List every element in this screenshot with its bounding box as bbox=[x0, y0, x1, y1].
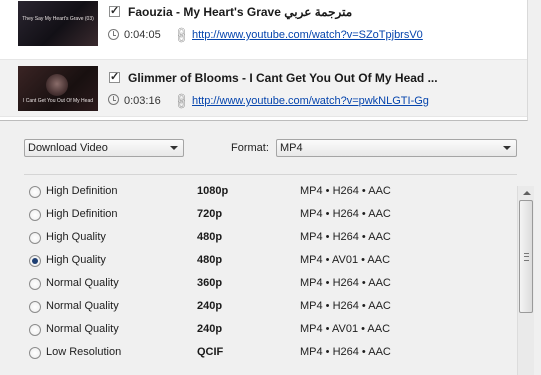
video-title: Glimmer of Blooms - I Cant Get You Out O… bbox=[128, 71, 438, 85]
download-type-value: Download Video bbox=[28, 142, 108, 154]
quality-name: High Quality bbox=[46, 254, 106, 266]
format-select[interactable]: MP4 bbox=[276, 139, 517, 157]
video-duration: 0:04:05 bbox=[124, 29, 161, 41]
quality-option[interactable]: High Definition 720p MP4 • H264 • AAC bbox=[0, 204, 510, 227]
video-list[interactable]: They Say My Heart's Grave (03) ✓ Faouzia… bbox=[0, 0, 528, 121]
quality-option[interactable]: High Quality 480p MP4 • H264 • AAC bbox=[0, 227, 510, 250]
window-edge bbox=[534, 0, 541, 375]
quality-resolution: 480p bbox=[197, 231, 223, 243]
clock-icon bbox=[108, 29, 119, 40]
link-icon: 🔗︎ bbox=[171, 24, 192, 46]
quality-option[interactable]: High Definition 1080p MP4 • H264 • AAC bbox=[0, 181, 510, 204]
download-type-select[interactable]: Download Video bbox=[24, 139, 184, 157]
video-thumbnail: They Say My Heart's Grave (03) bbox=[18, 1, 98, 46]
quality-radio[interactable] bbox=[29, 278, 41, 290]
video-thumbnail: I Cant Get You Out Of My Head bbox=[18, 66, 98, 111]
thumbnail-caption: I Cant Get You Out Of My Head bbox=[22, 98, 94, 104]
check-icon: ✓ bbox=[110, 71, 120, 83]
quality-resolution: 240p bbox=[197, 323, 223, 335]
chevron-down-icon bbox=[503, 146, 511, 150]
video-duration: 0:03:16 bbox=[124, 95, 161, 107]
quality-resolution: 480p bbox=[197, 254, 223, 266]
quality-radio[interactable] bbox=[29, 186, 41, 198]
quality-codec: MP4 • AV01 • AAC bbox=[300, 254, 391, 266]
quality-codec: MP4 • H264 • AAC bbox=[300, 346, 391, 358]
quality-codec: MP4 • H264 • AAC bbox=[300, 185, 391, 197]
thumbnail-face bbox=[46, 74, 68, 96]
grip-icon bbox=[524, 253, 529, 261]
video-url[interactable]: http://www.youtube.com/watch?v=pwkNLGTI-… bbox=[192, 95, 429, 107]
video-url[interactable]: http://www.youtube.com/watch?v=SZoTpjbrs… bbox=[192, 29, 423, 41]
quality-option[interactable]: Normal Quality 240p MP4 • AV01 • AAC bbox=[0, 319, 510, 342]
video-checkbox[interactable]: ✓ bbox=[109, 6, 120, 17]
quality-name: Normal Quality bbox=[46, 300, 119, 312]
quality-name: High Quality bbox=[46, 231, 106, 243]
check-icon: ✓ bbox=[110, 5, 120, 17]
quality-radio[interactable] bbox=[29, 255, 41, 267]
quality-name: Low Resolution bbox=[46, 346, 122, 358]
quality-radio[interactable] bbox=[29, 301, 41, 313]
video-checkbox[interactable]: ✓ bbox=[109, 72, 120, 83]
quality-codec: MP4 • H264 • AAC bbox=[300, 231, 391, 243]
thumbnail-caption: They Say My Heart's Grave (03) bbox=[22, 16, 94, 22]
quality-resolution: 360p bbox=[197, 277, 223, 289]
quality-radio[interactable] bbox=[29, 209, 41, 221]
video-item[interactable]: I Cant Get You Out Of My Head ✓ Glimmer … bbox=[0, 59, 527, 117]
clock-icon bbox=[108, 94, 119, 105]
quality-scrollbar[interactable] bbox=[517, 186, 535, 375]
quality-radio[interactable] bbox=[29, 324, 41, 336]
quality-resolution: 720p bbox=[197, 208, 223, 220]
separator bbox=[24, 174, 517, 175]
quality-codec: MP4 • H264 • AAC bbox=[300, 300, 391, 312]
quality-radio[interactable] bbox=[29, 232, 41, 244]
quality-option[interactable]: Normal Quality 360p MP4 • H264 • AAC bbox=[0, 273, 510, 296]
chevron-down-icon bbox=[170, 146, 178, 150]
quality-codec: MP4 • AV01 • AAC bbox=[300, 323, 391, 335]
format-value: MP4 bbox=[280, 142, 303, 154]
quality-option[interactable]: High Quality 480p MP4 • AV01 • AAC bbox=[0, 250, 510, 273]
link-icon: 🔗︎ bbox=[171, 90, 192, 112]
quality-name: Normal Quality bbox=[46, 323, 119, 335]
quality-resolution: 240p bbox=[197, 300, 223, 312]
video-item[interactable]: They Say My Heart's Grave (03) ✓ Faouzia… bbox=[0, 0, 527, 56]
quality-name: Normal Quality bbox=[46, 277, 119, 289]
video-title: Faouzia - My Heart's Grave مترجمة عربي bbox=[128, 5, 353, 19]
quality-name: High Definition bbox=[46, 185, 118, 197]
quality-codec: MP4 • H264 • AAC bbox=[300, 208, 391, 220]
quality-name: High Definition bbox=[46, 208, 118, 220]
quality-option[interactable]: Low Resolution QCIF MP4 • H264 • AAC bbox=[0, 342, 510, 365]
quality-option[interactable]: Normal Quality 240p MP4 • H264 • AAC bbox=[0, 296, 510, 319]
scrollbar-thumb[interactable] bbox=[519, 200, 533, 313]
quality-codec: MP4 • H264 • AAC bbox=[300, 277, 391, 289]
quality-resolution: QCIF bbox=[197, 346, 224, 358]
quality-radio[interactable] bbox=[29, 347, 41, 359]
quality-resolution: 1080p bbox=[197, 185, 229, 197]
scroll-up-arrow-icon[interactable] bbox=[523, 191, 531, 195]
format-label: Format: bbox=[231, 142, 269, 154]
